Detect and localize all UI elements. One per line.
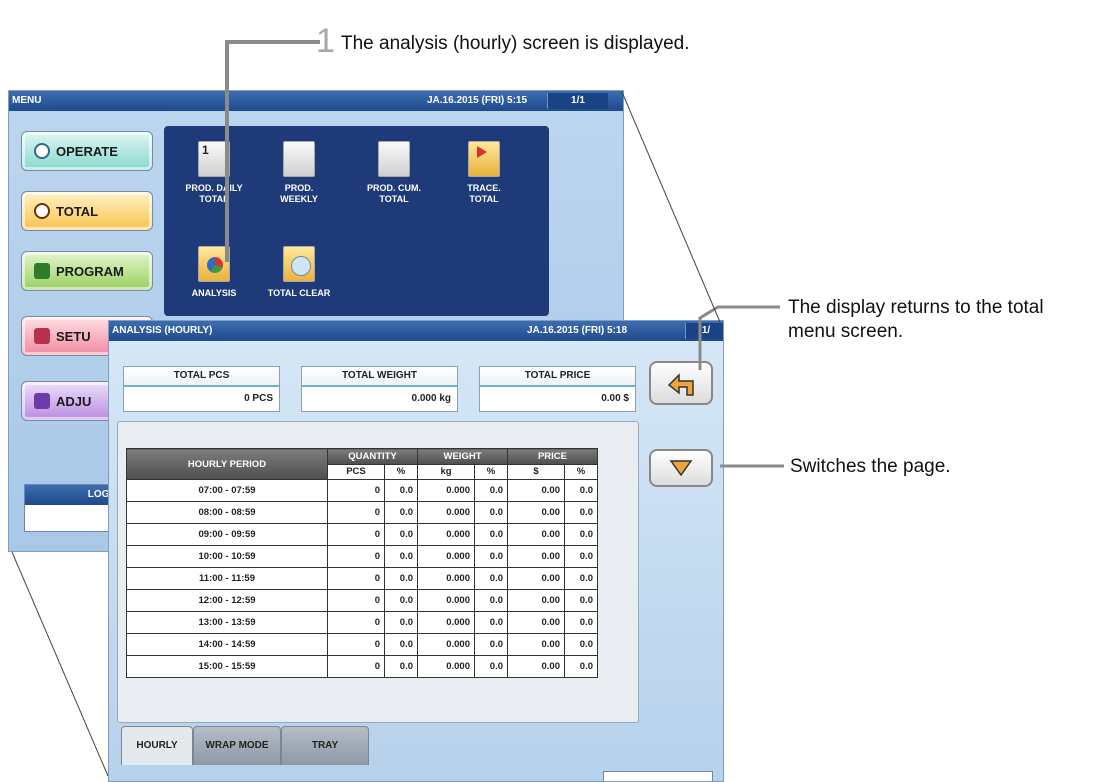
callout-lines	[11, 40, 784, 777]
return-callout-line1: The display returns to the total	[788, 297, 1044, 318]
return-callout-line2: menu screen.	[788, 321, 904, 342]
step-number: 1	[316, 22, 335, 60]
step-callout-text: The analysis (hourly) screen is displaye…	[341, 33, 690, 54]
page-callout-text: Switches the page.	[790, 456, 951, 477]
